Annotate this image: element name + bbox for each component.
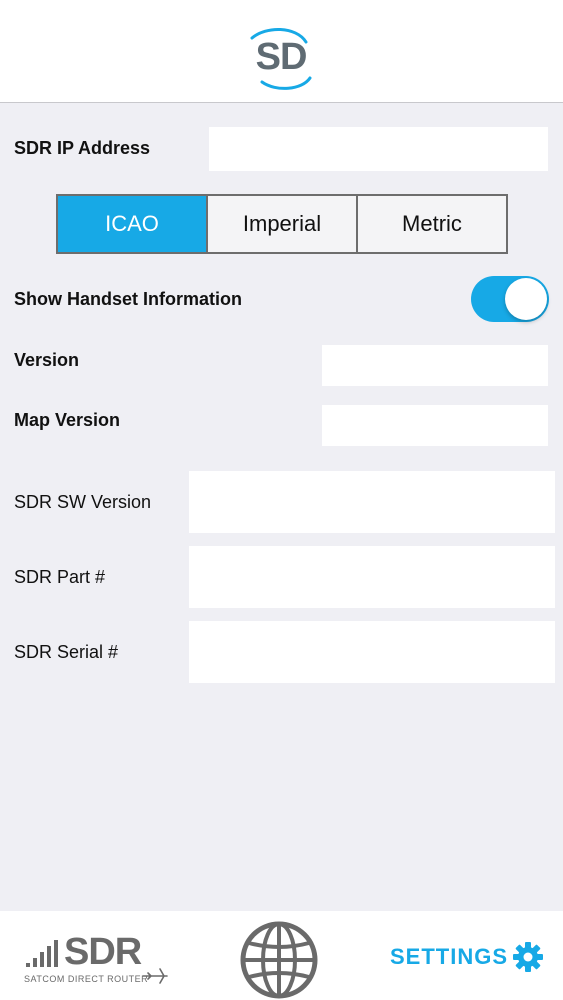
segment-imperial[interactable]: Imperial bbox=[208, 196, 358, 252]
show-handset-toggle[interactable] bbox=[471, 276, 549, 322]
segment-icao[interactable]: ICAO bbox=[58, 196, 208, 252]
sdr-brand-text: SDR bbox=[64, 931, 142, 973]
sdr-brand-subtitle: SATCOM DIRECT ROUTER bbox=[24, 974, 149, 984]
sdr-sw-version-field[interactable] bbox=[189, 471, 555, 533]
settings-tab-button[interactable]: SETTINGS bbox=[390, 941, 544, 973]
sdr-part-label: SDR Part # bbox=[14, 567, 106, 587]
airplane-icon bbox=[142, 968, 168, 984]
sdr-sw-version-label: SDR SW Version bbox=[14, 492, 152, 512]
settings-tab-label: SETTINGS bbox=[390, 944, 509, 969]
sdr-brand-logo[interactable]: SDR SATCOM DIRECT ROUTER bbox=[24, 931, 174, 991]
version-label: Version bbox=[14, 350, 80, 370]
sd-logo: SD bbox=[246, 24, 316, 94]
ip-address-label: SDR IP Address bbox=[14, 138, 151, 158]
toggle-knob bbox=[505, 278, 547, 320]
segment-metric[interactable]: Metric bbox=[358, 196, 506, 252]
logo-text: SD bbox=[255, 36, 308, 78]
gear-icon bbox=[513, 942, 544, 972]
ip-address-input[interactable] bbox=[209, 127, 548, 171]
version-field[interactable] bbox=[322, 345, 548, 386]
sdr-part-field[interactable] bbox=[189, 546, 555, 608]
header: SD bbox=[0, 0, 563, 103]
map-version-field[interactable] bbox=[322, 405, 548, 446]
globe-icon[interactable] bbox=[238, 919, 320, 1000]
sdr-serial-field[interactable] bbox=[189, 621, 555, 683]
sdr-serial-label: SDR Serial # bbox=[14, 642, 119, 662]
signal-bars-icon bbox=[26, 940, 58, 967]
map-version-label: Map Version bbox=[14, 410, 121, 430]
show-handset-label: Show Handset Information bbox=[14, 289, 243, 309]
tab-bar: SDR SATCOM DIRECT ROUTER SETTINGS bbox=[0, 911, 563, 1000]
units-segmented-control: ICAO Imperial Metric bbox=[56, 194, 508, 254]
